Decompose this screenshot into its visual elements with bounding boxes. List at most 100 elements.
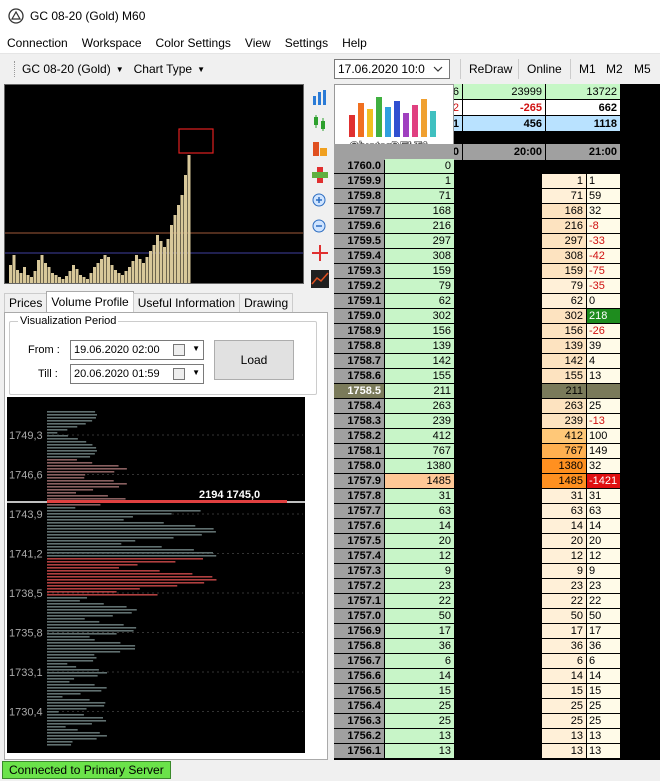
cluster-delta-cell: 12 (587, 549, 620, 563)
tab-prices[interactable]: Prices (4, 293, 48, 312)
calendar-icon[interactable] (173, 344, 185, 356)
till-datetime-picker[interactable]: 20.06.2020 01:59 ▼ (70, 364, 204, 384)
price-cell: 1756.7 (334, 654, 384, 668)
load-button[interactable]: Load (214, 340, 294, 380)
volume-cell: 13 (385, 729, 454, 743)
volume-profile-chart[interactable]: 1749,3 1746,6 1743,9 1741,2 1738,5 1735,8 1733… (7, 397, 305, 753)
menu-settings[interactable]: Settings (278, 36, 335, 50)
cluster-grid[interactable]: ClusterDELTA623999137222-265662145611180… (334, 84, 660, 760)
menu-view[interactable]: View (238, 36, 278, 50)
profile-bar (47, 534, 202, 536)
chart-line-icon[interactable] (310, 269, 330, 289)
tab-drawing[interactable]: Drawing (239, 293, 294, 312)
volume-cell: 239 (385, 414, 454, 428)
volume-cell: 216 (385, 219, 454, 233)
zoom-out-icon[interactable] (310, 217, 330, 237)
chart-type-dropdown[interactable]: Chart Type ▼ (134, 62, 205, 76)
volume-cell: 412 (385, 429, 454, 443)
profile-bar (47, 654, 95, 656)
profile-bar (47, 459, 77, 461)
profile-bar (47, 489, 94, 491)
online-button[interactable]: Online (518, 59, 562, 79)
cluster-volume-cell: 308 (542, 249, 586, 263)
bar-chart-icon[interactable] (310, 87, 330, 107)
tab-useful-information[interactable]: Useful Information (132, 293, 241, 312)
profile-bar (47, 477, 85, 479)
profile-bar (47, 666, 77, 668)
profile-bar (47, 615, 113, 617)
redraw-button[interactable]: ReDraw (460, 59, 512, 79)
cluster-volume-cell: 767 (542, 444, 586, 458)
profile-bar (47, 588, 140, 590)
volume-cell: 142 (385, 354, 454, 368)
from-datetime-picker[interactable]: 19.06.2020 02:00 ▼ (70, 340, 204, 360)
cluster-delta-cell: 9 (587, 564, 620, 578)
price-cell: 1758.4 (334, 399, 384, 413)
menu-workspace[interactable]: Workspace (75, 36, 149, 50)
crosshair-icon[interactable] (310, 243, 330, 263)
price-cell: 1758.2 (334, 429, 384, 443)
profile-bar (47, 537, 174, 539)
volume-cell: 31 (385, 489, 454, 503)
mini-bar (44, 263, 47, 283)
caret-down-icon[interactable]: ▼ (192, 368, 200, 377)
tf-m5-button[interactable]: M5 (626, 59, 651, 79)
zoom-in-icon[interactable] (310, 191, 330, 211)
profile-bar (47, 519, 124, 521)
volume-cell: 9 (385, 564, 454, 578)
cluster-volume-cell: 13 (542, 729, 586, 743)
chevron-down-icon[interactable] (427, 60, 449, 78)
mini-bar (135, 255, 138, 283)
profile-bar (47, 480, 114, 482)
menu-connection[interactable]: Connection (0, 36, 75, 50)
profile-bar (47, 507, 76, 509)
instrument-dropdown[interactable]: GC 08-20 (Gold) ▼ (22, 62, 124, 76)
calendar-icon[interactable] (173, 368, 185, 380)
profile-bar (47, 540, 136, 542)
profile-bar (47, 738, 97, 740)
price-cell: 1758.0 (334, 459, 384, 473)
price-cell: 1759.5 (334, 234, 384, 248)
cluster-delta-cell: 4 (587, 354, 620, 368)
mini-bar (177, 205, 180, 283)
cluster-delta-cell: 36 (587, 639, 620, 653)
cross-cluster-icon[interactable] (310, 165, 330, 185)
profile-bar (47, 423, 86, 425)
cluster-delta-cell: 17 (587, 624, 620, 638)
toolbar-grip[interactable] (14, 61, 18, 77)
cluster-delta-cell: 100 (587, 429, 620, 443)
candles-icon[interactable] (310, 113, 330, 133)
volume-profile-svg: 1749,3 1746,6 1743,9 1741,2 1738,5 1735,8 1733… (7, 411, 305, 746)
cluster-volume-cell: 239 (542, 414, 586, 428)
menu-bar: Connection Workspace Color Settings View… (0, 32, 660, 54)
profile-bar (47, 648, 136, 650)
volume-cell: 14 (385, 519, 454, 533)
cluster-volume-cell: 50 (542, 609, 586, 623)
profile-bar (47, 702, 106, 704)
mini-price-chart[interactable] (4, 84, 304, 284)
mini-bar (173, 215, 177, 283)
menu-help[interactable]: Help (335, 36, 374, 50)
profile-bar (47, 612, 132, 614)
cluster-volume-cell: 36 (542, 639, 586, 653)
cluster-delta-cell: -13 (587, 414, 620, 428)
price-cell: 1756.6 (334, 669, 384, 683)
tf-m1-button[interactable]: M1 (570, 59, 596, 79)
cluster-volume-cell: 155 (542, 369, 586, 383)
caret-down-icon[interactable]: ▼ (192, 344, 200, 353)
y-tick-label: 1749,3 (9, 430, 43, 442)
date-picker[interactable]: 17.06.2020 10:0 (334, 59, 450, 79)
cluster-icon[interactable] (310, 139, 330, 159)
price-cell: 1757.5 (334, 534, 384, 548)
price-cell: 1758.1 (334, 444, 384, 458)
profile-bar (47, 705, 105, 707)
price-cell: 1760.0 (334, 159, 384, 173)
menu-color-settings[interactable]: Color Settings (149, 36, 238, 50)
tf-m2-button[interactable]: M2 (598, 59, 623, 79)
price-cell: 1758.7 (334, 354, 384, 368)
cluster-volume-cell: 13 (542, 744, 586, 758)
cluster-volume-cell: 23 (542, 579, 586, 593)
mini-bar (75, 269, 79, 283)
tab-volume-profile[interactable]: Volume Profile (46, 291, 134, 312)
profile-bar (47, 552, 214, 554)
